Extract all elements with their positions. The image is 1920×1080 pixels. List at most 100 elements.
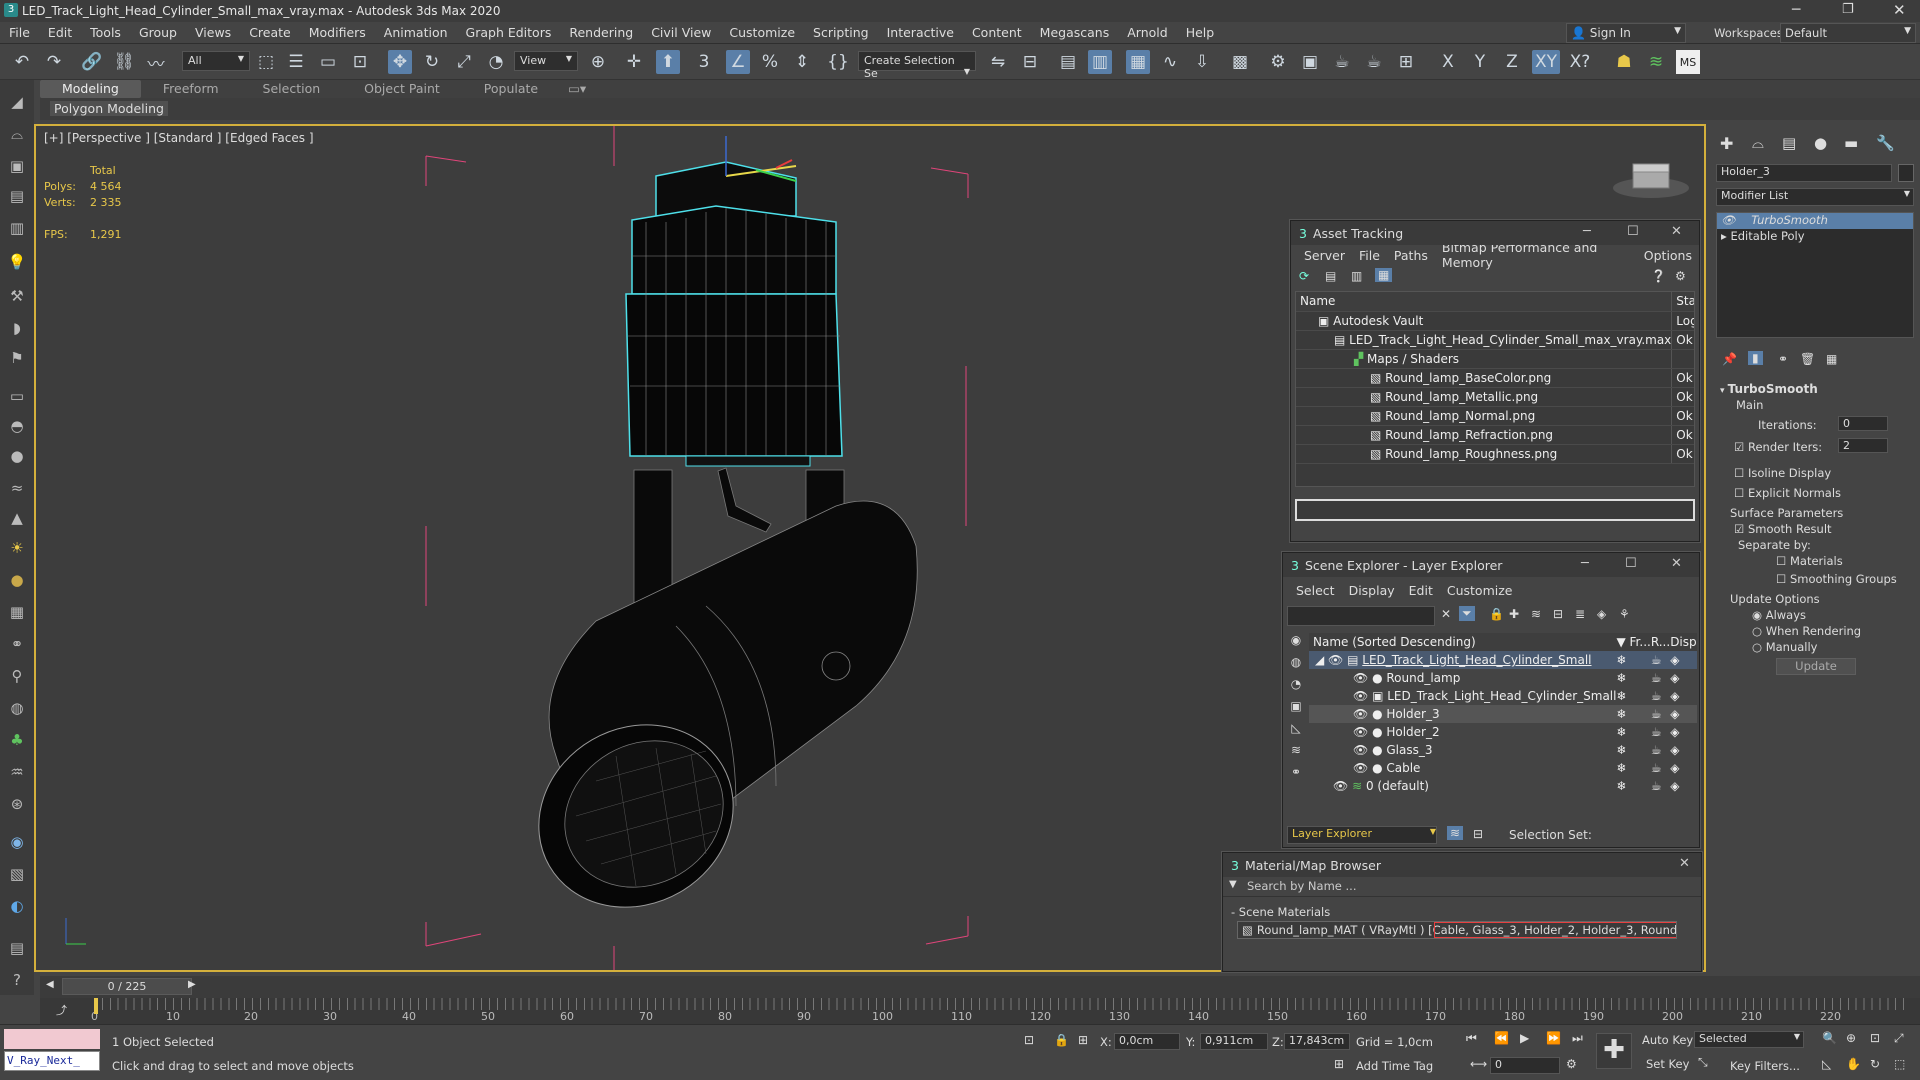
menu-help[interactable]: Help xyxy=(1177,25,1224,40)
col-render[interactable]: R... xyxy=(1651,633,1670,651)
menu-display[interactable]: Display xyxy=(1342,583,1402,598)
angle-snap-icon[interactable]: ∠ xyxy=(726,50,750,74)
tab-selection[interactable]: Selection xyxy=(241,80,343,98)
table-row[interactable]: ▣ Autodesk Vault Logged O xyxy=(1296,311,1694,331)
lock-selection-icon[interactable]: 🔒 xyxy=(1054,1033,1069,1047)
material-editor-icon[interactable]: ▩ xyxy=(1228,50,1252,74)
undo-icon[interactable]: ↶ xyxy=(10,50,34,74)
menu-animation[interactable]: Animation xyxy=(375,25,457,40)
menu-interactive[interactable]: Interactive xyxy=(878,25,963,40)
object-name-field[interactable]: Holder_3 xyxy=(1716,164,1892,182)
mirror-icon[interactable]: ⇋ xyxy=(986,50,1010,74)
pan-icon[interactable]: ✋ xyxy=(1846,1057,1861,1071)
eye-icon[interactable]: 👁 xyxy=(1353,689,1372,703)
menu-modifiers[interactable]: Modifiers xyxy=(300,25,375,40)
add-to-layer-icon[interactable]: ⊟ xyxy=(1553,607,1563,621)
create-icon[interactable]: ◢ xyxy=(5,90,29,114)
table-row[interactable]: ▧ Round_lamp_Roughness.png Ok xyxy=(1296,444,1694,464)
key-mode-icon[interactable]: ⟷ xyxy=(1470,1057,1487,1071)
manipulate-icon[interactable]: ✛ xyxy=(622,50,646,74)
menu-edit[interactable]: Edit xyxy=(1402,583,1440,598)
glass-sphere-icon[interactable]: ◉ xyxy=(5,830,29,854)
freeze-icon[interactable]: ❄ xyxy=(1616,777,1650,795)
absolute-mode-icon[interactable]: ⊞ xyxy=(1078,1033,1088,1047)
layer-row[interactable]: 👁 ● Holder_3 ❄ ☕ ◈ xyxy=(1309,705,1697,723)
display-box-icon[interactable]: ◈ xyxy=(1670,687,1697,705)
display-objects-icon[interactable]: ◉ xyxy=(1285,633,1307,655)
scene-icon[interactable]: ▤ xyxy=(5,936,29,960)
layer-row[interactable]: 👁 ● Cable ❄ ☕ ◈ xyxy=(1309,759,1697,777)
close-icon[interactable]: ✕ xyxy=(1893,1,1906,19)
menu-arnold[interactable]: Arnold xyxy=(1118,25,1176,40)
collapse-arrow-icon[interactable]: ◢ xyxy=(1315,653,1328,667)
window-crossing-icon[interactable]: ⊡ xyxy=(348,50,372,74)
selection-set-icon[interactable]: ⊟ xyxy=(1473,827,1483,841)
time-slider[interactable]: ◀ 0 / 225 ▶ xyxy=(40,976,1920,998)
grid-view-icon[interactable]: ▦ xyxy=(1375,268,1393,282)
explorer-type-dropdown[interactable]: Layer Explorer ▼ xyxy=(1287,826,1437,844)
lamp-cylinder[interactable] xyxy=(505,500,918,942)
place-icon[interactable]: ◔ xyxy=(484,50,508,74)
display-cameras-icon[interactable]: ▣ xyxy=(1285,699,1307,721)
manually-radio[interactable]: ○ xyxy=(1752,640,1766,654)
minimize-icon[interactable]: ─ xyxy=(1581,556,1589,571)
track-ruler[interactable]: 0 10 20 30 40 50 60 70 80 90 100 110 120… xyxy=(91,998,1904,1024)
next-frame-icon[interactable]: ▶ xyxy=(188,979,196,990)
axis-x-button[interactable]: X xyxy=(1436,50,1460,74)
display-box-icon[interactable]: ◈ xyxy=(1670,651,1697,669)
menu-rendering[interactable]: Rendering xyxy=(560,25,642,40)
prev-frame-icon[interactable]: ◀ xyxy=(46,979,54,990)
material-item[interactable]: ▧ Round_lamp_MAT ( VRayMtl ) [Cable, Glas… xyxy=(1237,921,1677,939)
isolate-icon[interactable]: ⊡ xyxy=(1024,1033,1034,1047)
goto-end-icon[interactable]: ⏭ xyxy=(1572,1031,1583,1046)
display-box-icon[interactable]: ◈ xyxy=(1670,777,1697,795)
axis-y-button[interactable]: Y xyxy=(1468,50,1492,74)
highlight-icon[interactable]: ◈ xyxy=(1597,607,1606,621)
link-icon[interactable]: 🔗 xyxy=(80,50,104,74)
wave-icon[interactable]: ≈ xyxy=(5,476,29,500)
pin-stack-icon[interactable]: 📌 xyxy=(1722,352,1737,366)
tab-modeling[interactable]: Modeling xyxy=(40,80,141,98)
edit-named-selection-icon[interactable]: {} xyxy=(826,50,850,74)
table-row[interactable]: ▧ Round_lamp_Refraction.png Ok xyxy=(1296,425,1694,445)
current-frame-field[interactable]: 0 xyxy=(1490,1057,1560,1074)
schematic-view-icon[interactable]: ⇩ xyxy=(1190,50,1214,74)
layer-row[interactable]: 👁 ● Glass_3 ❄ ☕ ◈ xyxy=(1309,741,1697,759)
render-icon[interactable]: ◐ xyxy=(5,894,29,918)
display-box-icon[interactable]: ◈ xyxy=(1670,669,1697,687)
material-icon[interactable]: ▧ xyxy=(5,862,29,886)
eye-icon[interactable]: 👁 xyxy=(1353,707,1372,721)
close-icon[interactable]: ✕ xyxy=(1671,224,1682,239)
layer-row[interactable]: 👁 ● Round_lamp ❄ ☕ ◈ xyxy=(1309,669,1697,687)
display-box-icon[interactable]: ◈ xyxy=(1670,741,1697,759)
refresh-icon[interactable]: ⟳ xyxy=(1299,269,1309,283)
viewcube[interactable] xyxy=(1613,163,1689,198)
selection-filter-dropdown[interactable]: All ▼ xyxy=(182,51,250,71)
rendered-frame-window-icon[interactable]: ▣ xyxy=(1298,50,1322,74)
sign-in-dropdown[interactable]: 👤 Sign In ▼ xyxy=(1566,23,1686,43)
freeze-icon[interactable]: ❄ xyxy=(1616,759,1650,777)
display-bones-icon[interactable]: ⚭ xyxy=(1285,765,1307,787)
chevron-down-icon[interactable]: ▼ xyxy=(1229,879,1237,890)
settings-icon[interactable]: ⚙ xyxy=(1675,269,1686,283)
maxscript-listener-box[interactable] xyxy=(4,1029,100,1049)
workspace-dropdown[interactable]: Default ▼ xyxy=(1780,23,1916,43)
layer-stack-icon[interactable]: ≋ xyxy=(1531,607,1541,621)
bone-icon[interactable]: ⚭ xyxy=(5,632,29,656)
render-teapot-icon[interactable]: ☕ xyxy=(1651,705,1670,723)
zoom-all-icon[interactable]: ⊕ xyxy=(1846,1031,1856,1045)
curve-mini-icon[interactable]: ⤴ xyxy=(56,1002,67,1018)
camera-icon[interactable]: ⚑ xyxy=(5,346,29,370)
render-teapot-icon[interactable]: ☕ xyxy=(1651,759,1670,777)
iterations-spinner[interactable]: 0 xyxy=(1838,416,1888,431)
tab-object-paint[interactable]: Object Paint xyxy=(342,80,462,98)
eye-icon[interactable]: 👁 xyxy=(1353,671,1372,685)
list-view-icon[interactable]: ▤ xyxy=(1325,269,1336,283)
time-config-icon[interactable]: ⚙ xyxy=(1566,1057,1577,1071)
material-search-input[interactable]: Search by Name ... xyxy=(1247,879,1356,893)
freeze-icon[interactable]: ❄ xyxy=(1616,723,1650,741)
snaps-toggle-icon[interactable]: 3 xyxy=(692,50,716,74)
col-display[interactable]: Displa... xyxy=(1670,633,1697,651)
light-icon[interactable]: 💡 xyxy=(5,250,29,274)
sound-icon[interactable]: ◗ xyxy=(5,316,29,340)
